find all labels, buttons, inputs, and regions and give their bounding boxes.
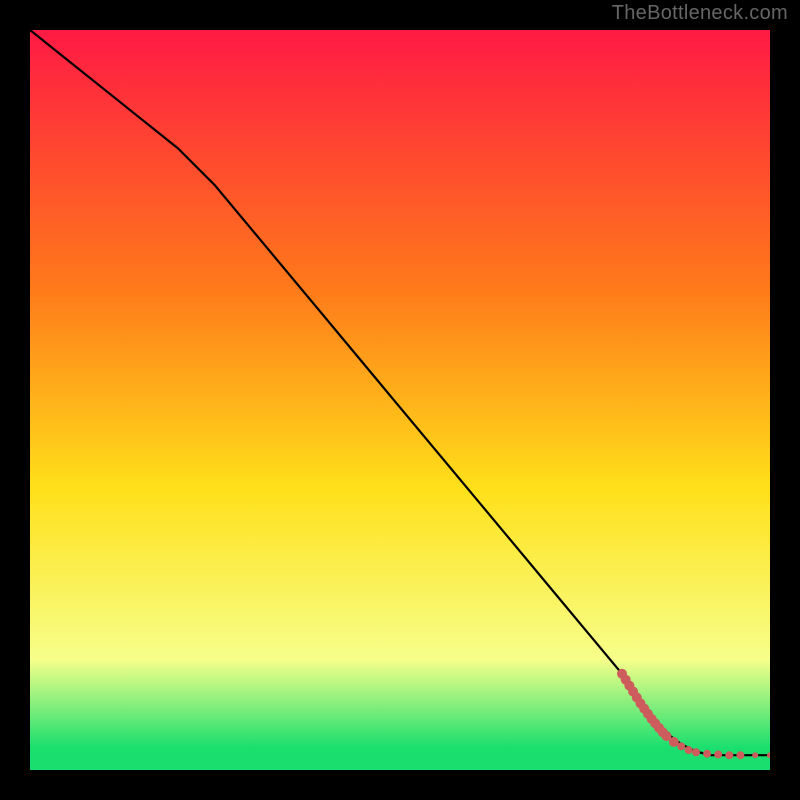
data-marker	[677, 742, 685, 750]
bottleneck-plot	[30, 30, 770, 770]
plot-svg	[30, 30, 770, 770]
attribution-label: TheBottleneck.com	[612, 2, 788, 25]
data-marker	[685, 746, 693, 754]
plot-background	[30, 30, 770, 770]
chart-container: TheBottleneck.com	[0, 0, 800, 800]
data-marker	[669, 737, 679, 747]
data-marker	[752, 752, 758, 758]
data-marker	[692, 748, 700, 756]
data-marker	[725, 751, 733, 759]
data-marker	[736, 751, 744, 759]
data-marker	[714, 750, 722, 758]
data-marker	[703, 750, 711, 758]
